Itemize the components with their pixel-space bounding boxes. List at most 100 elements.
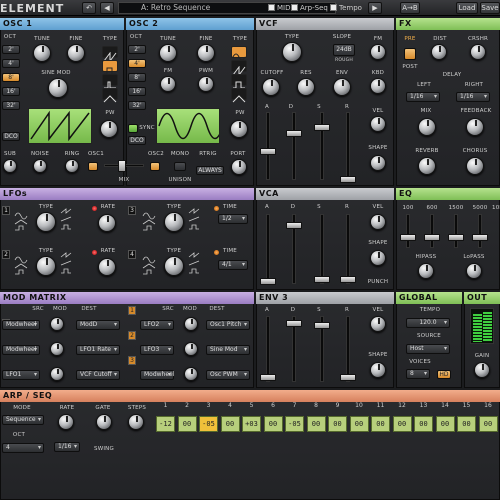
env3-attack-fader[interactable] <box>266 316 270 382</box>
osc1-sine-mod-knob[interactable] <box>48 78 68 98</box>
mixer-sub-knob[interactable] <box>3 159 17 173</box>
prev-preset-icon[interactable]: ◀ <box>100 2 114 14</box>
eq-band4-fader[interactable] <box>478 214 482 248</box>
lfo4-time-dropdown[interactable]: 4/1 <box>218 260 248 270</box>
step-value-16[interactable]: 00 <box>478 416 498 432</box>
vca-sustain-handle[interactable] <box>314 276 330 283</box>
step-value-6[interactable]: 00 <box>263 416 283 432</box>
fx-reverb-knob[interactable] <box>418 157 436 175</box>
arpseq-mode-dropdown[interactable]: Sequence <box>2 415 44 425</box>
fx-dist-knob[interactable] <box>431 44 447 60</box>
mod-slot-2-src[interactable]: Modwheel <box>2 345 40 355</box>
step-value-9[interactable]: 00 <box>328 416 347 432</box>
osc1-tune-knob[interactable] <box>33 44 51 62</box>
eq-band2-handle[interactable] <box>424 234 440 241</box>
vcf-decay-fader[interactable] <box>292 112 296 180</box>
eq-band3-handle[interactable] <box>448 234 464 241</box>
mixer-osc1-button[interactable] <box>88 162 98 171</box>
vcf-fm-knob[interactable] <box>370 44 386 60</box>
vcf-release-fader[interactable] <box>346 112 350 180</box>
step-value-11[interactable]: 00 <box>371 416 390 432</box>
always-button[interactable]: ALWAYS <box>196 166 224 175</box>
eq-band2-fader[interactable] <box>430 214 434 248</box>
osc1-triangle-wave-icon[interactable] <box>102 88 118 103</box>
step-value-15[interactable]: 00 <box>457 416 476 432</box>
vcf-cutoff-knob[interactable] <box>262 78 280 96</box>
step-value-2[interactable]: 00 <box>177 416 197 432</box>
osc2-oct-4[interactable]: 4' <box>128 59 146 68</box>
mod-slot-r3-amount-knob[interactable] <box>184 367 198 381</box>
osc1-fine-knob[interactable] <box>67 44 85 62</box>
mono-button[interactable] <box>174 162 186 171</box>
mod-slot-r2-amount-knob[interactable] <box>184 342 198 356</box>
vcf-attack-fader[interactable] <box>266 112 270 180</box>
delay-right-dropdown[interactable]: 1/16 <box>456 92 490 102</box>
osc2-oct-16[interactable]: 16' <box>128 87 146 96</box>
mod-slot-r1-amount-knob[interactable] <box>184 317 198 331</box>
mod-slot-3-src[interactable]: LFO1 <box>2 370 40 380</box>
osc2-saw-wave-icon[interactable] <box>231 60 247 77</box>
osc2-oct-32[interactable]: 32' <box>128 101 146 110</box>
load-button[interactable]: Load <box>456 2 478 14</box>
mod-slot-r3-src[interactable]: Modwheel <box>140 370 174 380</box>
vcf-kbd-knob[interactable] <box>370 78 386 94</box>
osc2-dco-button[interactable]: DCO <box>128 136 146 145</box>
lfo3-type-knob[interactable] <box>164 212 184 232</box>
mod-slot-r2-dest[interactable]: Sine Mod <box>206 345 250 355</box>
lfo1-type-knob[interactable] <box>36 212 56 232</box>
osc2-fine-knob[interactable] <box>197 44 215 62</box>
env3-release-handle[interactable] <box>340 374 356 381</box>
fx-pre-label[interactable]: PRE <box>402 36 418 42</box>
global-hd-button[interactable]: HD <box>437 370 451 379</box>
step-value-13[interactable]: 00 <box>414 416 433 432</box>
osc1-pw-knob[interactable] <box>100 120 118 138</box>
osc2-pw-knob[interactable] <box>230 120 248 138</box>
vca-sustain-fader[interactable] <box>320 214 324 284</box>
tempo-checkbox[interactable]: Tempo <box>330 4 362 12</box>
vcf-decay-handle[interactable] <box>286 130 302 137</box>
osc2-oct-8[interactable]: 8' <box>128 73 146 82</box>
mix-slider-handle[interactable] <box>118 160 126 172</box>
vcf-type-knob[interactable] <box>282 42 302 62</box>
mod-slot-2-amount-knob[interactable] <box>50 342 64 356</box>
vcf-vel-knob[interactable] <box>370 116 386 132</box>
mixer-osc2-button[interactable] <box>150 162 160 171</box>
osc1-pulse-wave-icon[interactable] <box>102 74 118 89</box>
osc1-oct-4[interactable]: 4' <box>2 59 20 68</box>
lfo1-rate-knob[interactable] <box>98 214 116 232</box>
vca-attack-fader[interactable] <box>266 214 270 284</box>
vca-vel-knob[interactable] <box>370 214 386 230</box>
mod-slot-r1-src[interactable]: LFO2 <box>140 320 174 330</box>
eq-hipass-knob[interactable] <box>418 263 434 279</box>
lfo4-type-knob[interactable] <box>164 256 184 276</box>
osc2-sync-led[interactable] <box>128 124 138 133</box>
eq-lopass-knob[interactable] <box>466 263 482 279</box>
mod-slot-r3-dest[interactable]: Osc PWM <box>206 370 250 380</box>
midi-checkbox[interactable]: MIDI <box>268 4 293 12</box>
osc1-oct-8[interactable]: 8' <box>2 73 20 82</box>
undo-icon[interactable]: ↶ <box>82 2 96 14</box>
global-source-dropdown[interactable]: Host <box>406 344 450 354</box>
osc1-square-wave-icon[interactable] <box>102 60 118 75</box>
env3-release-fader[interactable] <box>346 316 350 382</box>
arpseq-oct-dropdown[interactable]: 4 <box>2 443 44 453</box>
fx-pre-post-switch[interactable] <box>404 48 416 60</box>
osc1-oct-2[interactable]: 2' <box>2 45 20 54</box>
osc1-oct-32[interactable]: 32' <box>2 101 20 110</box>
vcf-release-handle[interactable] <box>340 176 356 183</box>
arpseq-gate-knob[interactable] <box>96 414 112 430</box>
fx-delay-mix-knob[interactable] <box>418 118 436 136</box>
mixer-noise-knob[interactable] <box>33 159 47 173</box>
mod-slot-1-amount-knob[interactable] <box>50 317 64 331</box>
ab-button[interactable]: A→B <box>400 2 420 14</box>
vcf-sustain-handle[interactable] <box>314 124 330 131</box>
step-value-5[interactable]: +03 <box>242 416 261 432</box>
vca-release-handle[interactable] <box>340 276 356 283</box>
env3-attack-handle[interactable] <box>260 374 276 381</box>
step-value-4[interactable]: 00 <box>220 416 240 432</box>
step-value-14[interactable]: 00 <box>435 416 455 432</box>
osc2-fm-knob[interactable] <box>160 76 176 92</box>
vcf-res-knob[interactable] <box>297 78 315 96</box>
next-preset-icon[interactable]: ▶ <box>368 2 382 14</box>
osc2-pwm-knob[interactable] <box>198 76 214 92</box>
